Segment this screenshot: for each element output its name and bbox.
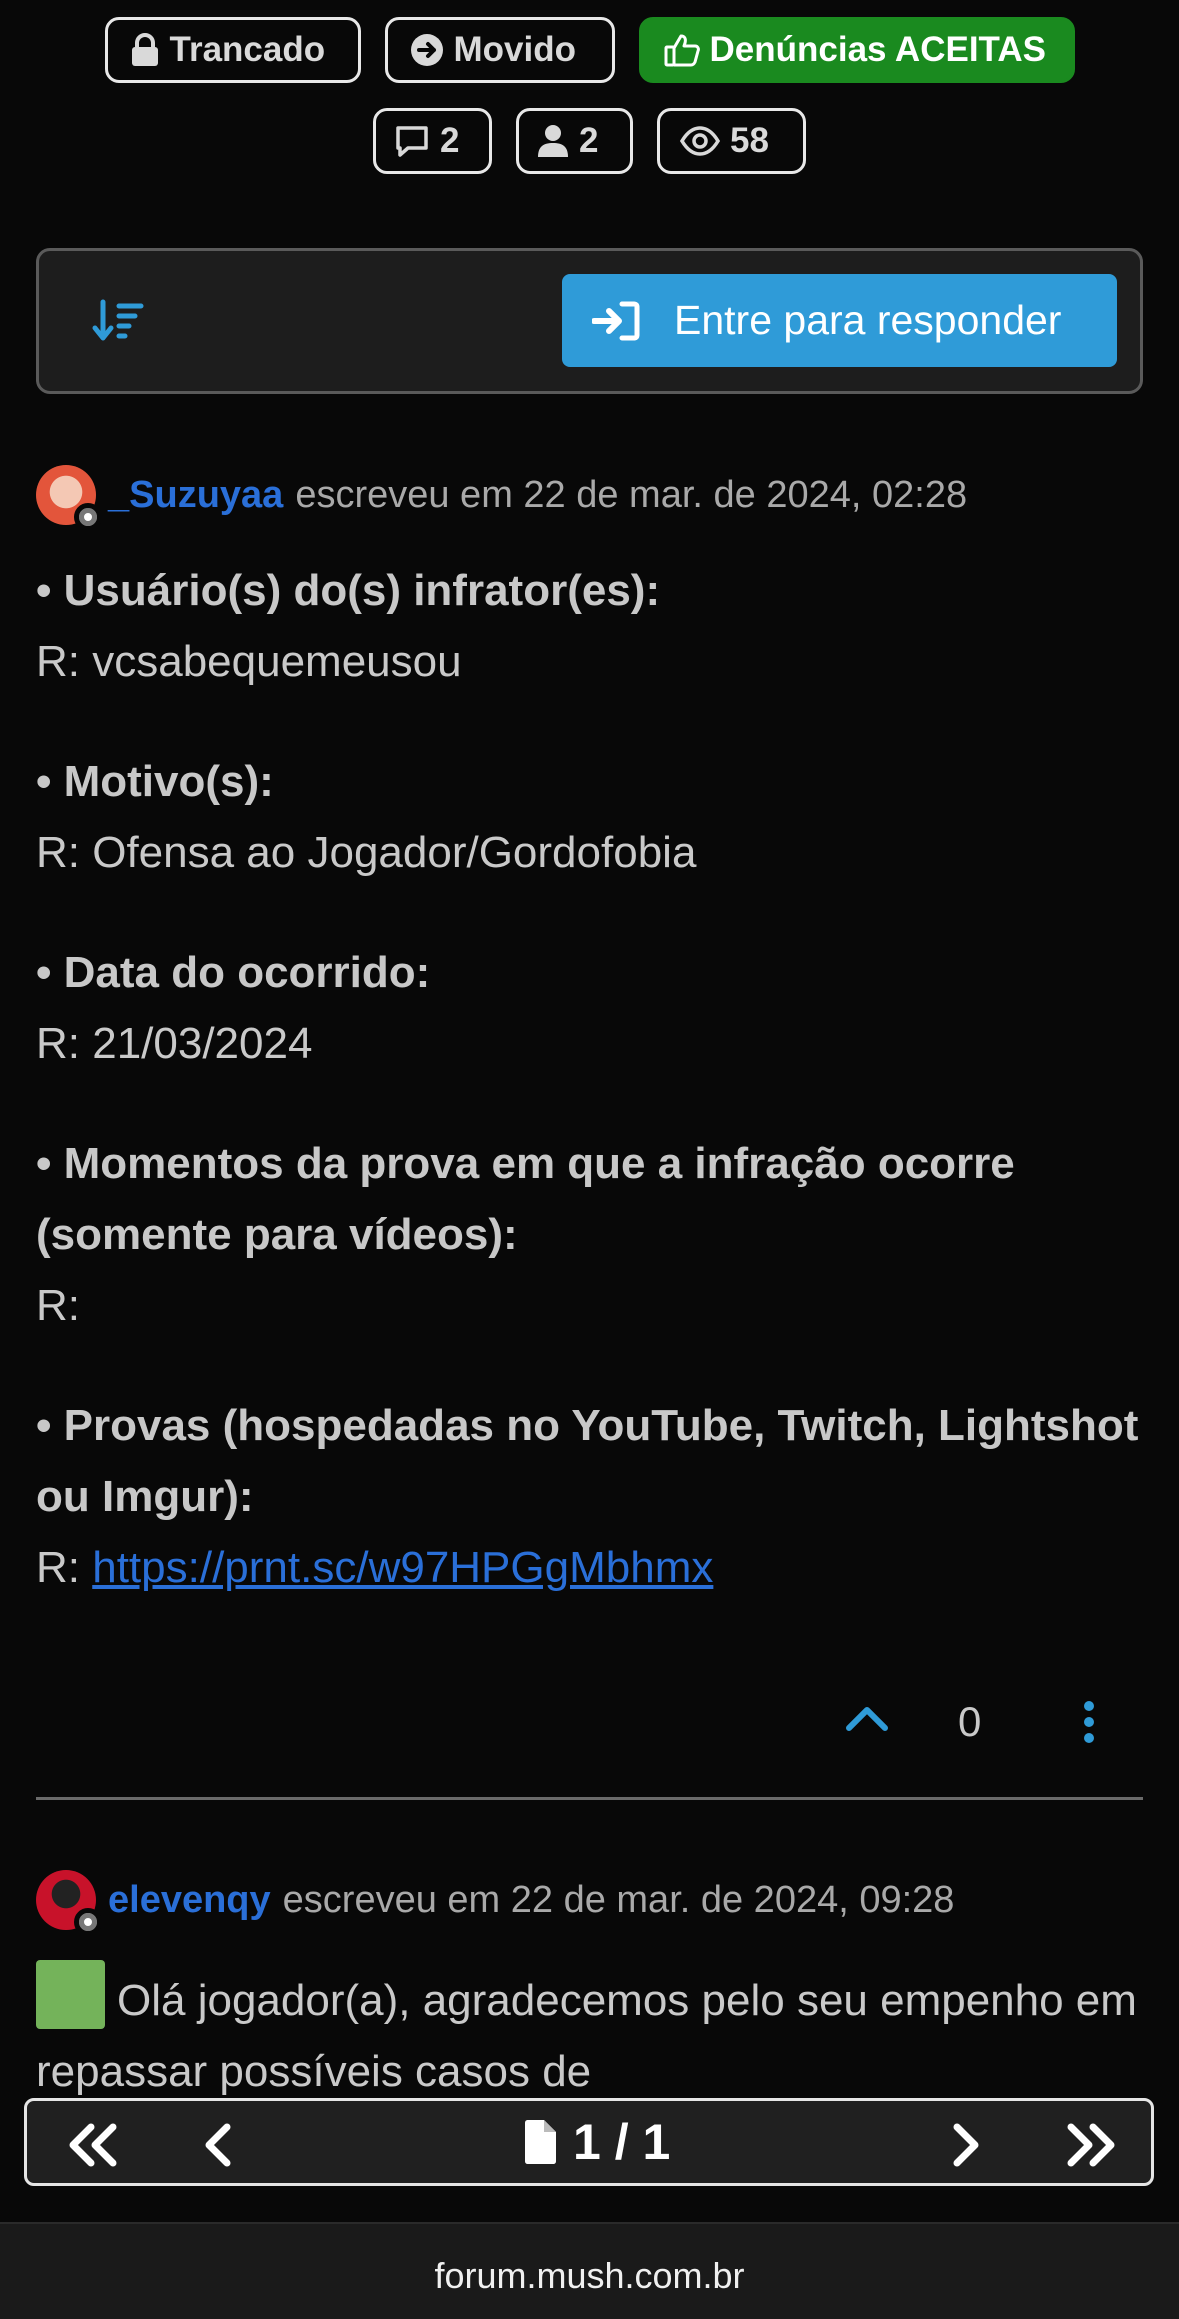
post-timestamp[interactable]: escreveu em 22 de mar. de 2024, 02:28 [295, 474, 967, 517]
first-page-button[interactable] [63, 2121, 123, 2174]
last-page-button[interactable] [1061, 2121, 1121, 2174]
answer-prefix: R: [36, 1543, 80, 1592]
posts-count: 2 [440, 121, 460, 160]
views-count: 58 [730, 121, 769, 160]
file-icon [525, 2120, 556, 2164]
url-text[interactable]: forum.mush.com.br [0, 2255, 1179, 2297]
total-pages: 1 [642, 2114, 671, 2170]
sort-descending-icon [92, 299, 144, 341]
posters-count-badge: 2 [516, 108, 633, 174]
offline-status-dot [74, 503, 102, 531]
topic-badges: Trancado Movido Denúncias ACEITAS [0, 17, 1179, 83]
views-count-badge: 58 [657, 108, 806, 174]
answer-moments: R: [36, 1281, 80, 1330]
user-icon [538, 125, 568, 157]
chevron-right-icon [953, 2123, 979, 2167]
post-actions: 0 [0, 1690, 1179, 1760]
post-text: Olá jogador(a), agradecemos pelo seu emp… [36, 1976, 1137, 2096]
page-indicator[interactable]: 1 / 1 [523, 2113, 670, 2171]
post-content: Olá jogador(a), agradecemos pelo seu emp… [36, 1960, 1146, 2107]
answer-offender: R: vcsabequemeusou [36, 637, 462, 686]
accepted-category-badge[interactable]: Denúncias ACEITAS [638, 17, 1075, 83]
question-moments: • Momentos da prova em que a infração oc… [36, 1139, 1015, 1259]
moved-label: Movido [453, 30, 576, 69]
chevron-up-icon [846, 1707, 888, 1731]
next-page-button[interactable] [945, 2121, 985, 2174]
lock-icon [131, 33, 158, 66]
vertical-ellipsis-icon [1084, 1701, 1094, 1743]
post-header: _Suzuyaa escreveu em 22 de mar. de 2024,… [36, 465, 967, 531]
double-chevron-right-icon [1067, 2123, 1115, 2167]
post-divider [36, 1797, 1143, 1800]
avatar[interactable] [36, 1870, 102, 1936]
arrow-circle-right-icon [410, 34, 443, 66]
pagination-bar: 1 / 1 [24, 2098, 1154, 2186]
current-page: 1 [573, 2114, 601, 2170]
answer-date: R: 21/03/2024 [36, 1019, 313, 1068]
sort-button[interactable] [91, 296, 147, 348]
upvote-button[interactable] [845, 1703, 889, 1738]
post-header: elevenqy escreveu em 22 de mar. de 2024,… [36, 1870, 955, 1936]
post-author[interactable]: _Suzuyaa [108, 474, 283, 517]
locked-badge: Trancado [104, 17, 361, 83]
post-author[interactable]: elevenqy [108, 1879, 271, 1922]
topic-stats: 2 2 58 [0, 108, 1179, 174]
answer-reason: R: Ofensa ao Jogador/Gordofobia [36, 828, 697, 877]
locked-label: Trancado [169, 30, 326, 69]
question-evidence: • Provas (hospedadas no YouTube, Twitch,… [36, 1401, 1139, 1521]
accepted-label: Denúncias ACEITAS [709, 30, 1046, 69]
eye-icon [680, 126, 720, 156]
post-timestamp[interactable]: escreveu em 22 de mar. de 2024, 09:28 [283, 1879, 955, 1922]
answer-evidence: R: https://prnt.sc/w97HPGgMbhmx [36, 1532, 1146, 1603]
vote-count: 0 [958, 1698, 982, 1745]
thumbs-up-icon [664, 34, 700, 67]
double-chevron-left-icon [69, 2123, 117, 2167]
posts-count-badge: 2 [373, 108, 492, 174]
previous-page-button[interactable] [199, 2121, 239, 2174]
sign-in-icon [592, 301, 640, 340]
offline-status-dot [74, 1908, 102, 1936]
question-offender: • Usuário(s) do(s) infrator(es): [36, 566, 661, 615]
comment-icon [396, 126, 428, 157]
evidence-link[interactable]: https://prnt.sc/w97HPGgMbhmx [92, 1543, 713, 1592]
login-to-reply-button[interactable]: Entre para responder [562, 274, 1117, 367]
chevron-left-icon [205, 2123, 231, 2167]
reply-label: Entre para responder [674, 297, 1062, 343]
topic-toolbar: Entre para responder [36, 248, 1143, 394]
question-reason: • Motivo(s): [36, 757, 274, 806]
avatar[interactable] [36, 465, 102, 531]
post-content: • Usuário(s) do(s) infrator(es): R: vcsa… [36, 555, 1146, 1603]
moved-badge: Movido [384, 17, 615, 83]
question-date: • Data do ocorrido: [36, 948, 431, 997]
post-menu-button[interactable] [1083, 1700, 1095, 1749]
green-square-emoji [36, 1960, 105, 2029]
posters-count: 2 [579, 121, 599, 160]
